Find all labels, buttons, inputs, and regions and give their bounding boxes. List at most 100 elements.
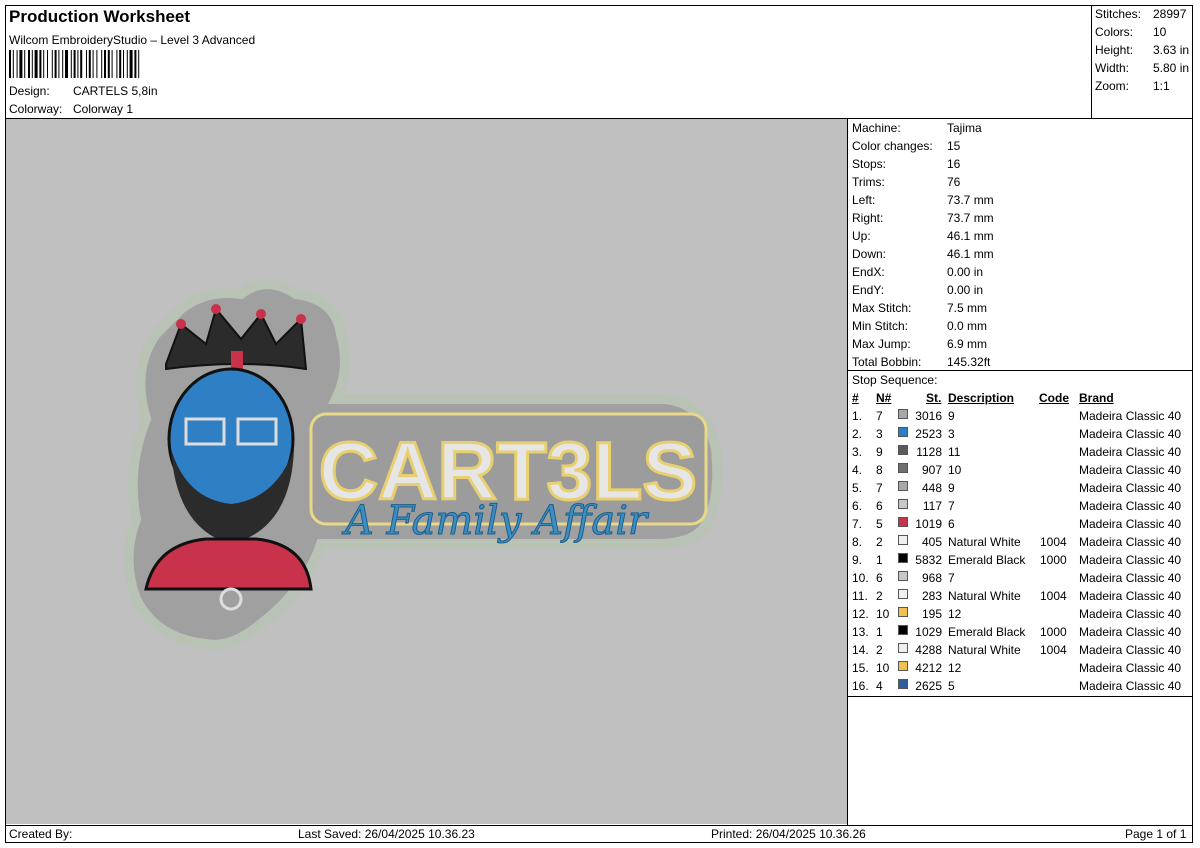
machine-info-value: 0.00 in — [947, 283, 984, 297]
stop-sequence-row: 13. 1 1029 Emerald Black 1000 Madeira Classic… — [852, 625, 1192, 643]
needle-number: 10 — [876, 661, 890, 675]
thread-brand: Madeira Classic 40 — [1079, 517, 1182, 531]
needle-number: 9 — [876, 445, 883, 459]
thread-color-swatch — [898, 427, 908, 437]
col-description: Description — [948, 391, 1015, 405]
thread-brand: Madeira Classic 40 — [1079, 625, 1182, 639]
thread-description: 6 — [948, 517, 955, 531]
thread-color-swatch — [898, 517, 908, 527]
needle-number: 3 — [876, 427, 883, 441]
stop-number: 15. — [852, 661, 869, 675]
machine-info-value: 15 — [947, 139, 961, 153]
needle-number: 2 — [876, 589, 883, 603]
thread-brand: Madeira Classic 40 — [1079, 607, 1182, 621]
stop-sequence-row: 1. 7 3016 9 Madeira Classic 40 — [852, 409, 1192, 427]
machine-info-label: Total Bobbin: — [852, 355, 922, 369]
thread-brand: Madeira Classic 40 — [1079, 427, 1182, 441]
stop-number: 7. — [852, 517, 863, 531]
machine-info-label: EndX: — [852, 265, 885, 279]
stitch-count: 4212 — [915, 661, 942, 675]
col-stitches: St. — [926, 391, 942, 405]
needle-number: 1 — [876, 553, 883, 567]
stop-number: 14. — [852, 643, 869, 657]
thread-description: 9 — [948, 481, 955, 495]
page-title: Production Worksheet — [9, 7, 191, 26]
stitch-count: 3016 — [915, 409, 942, 423]
machine-info-value: 145.32ft — [947, 355, 991, 369]
machine-info-label: Right: — [852, 211, 884, 225]
thread-color-swatch — [898, 679, 908, 689]
thread-description: Natural White — [948, 535, 1021, 549]
machine-info-value: 6.9 mm — [947, 337, 988, 351]
thread-code: 1000 — [1040, 553, 1067, 567]
thread-brand: Madeira Classic 40 — [1079, 499, 1182, 513]
thread-brand: Madeira Classic 40 — [1079, 409, 1182, 423]
stitch-count: 2625 — [915, 679, 942, 693]
thread-brand: Madeira Classic 40 — [1079, 553, 1182, 567]
needle-number: 7 — [876, 481, 883, 495]
thread-brand: Madeira Classic 40 — [1079, 445, 1182, 459]
stop-sequence-row: 4. 8 907 10 Madeira Classic 40 — [852, 463, 1192, 481]
stitch-count: 5832 — [915, 553, 942, 567]
stop-sequence-row: 12. 10 195 12 Madeira Classic 40 — [852, 607, 1192, 625]
stitch-count: 4288 — [915, 643, 942, 657]
printed-date: Printed: 26/04/2025 10.36.26 — [711, 827, 866, 841]
summary-label: Colors: — [1095, 25, 1134, 39]
thread-color-swatch — [898, 499, 908, 509]
stop-number: 16. — [852, 679, 869, 693]
stop-sequence-row: 3. 9 1128 11 Madeira Classic 40 — [852, 445, 1192, 463]
thread-color-swatch — [898, 625, 908, 635]
stop-number: 11. — [852, 589, 868, 603]
stop-number: 12. — [852, 607, 869, 621]
machine-info-label: Max Jump: — [852, 337, 911, 351]
needle-number: 10 — [876, 607, 890, 621]
needle-number: 6 — [876, 571, 883, 585]
stitch-count: 117 — [922, 499, 942, 513]
stitch-count: 283 — [921, 589, 942, 603]
machine-info-value: 7.5 mm — [947, 301, 988, 315]
machine-info-value: 0.00 in — [947, 265, 984, 279]
needle-number: 2 — [876, 643, 883, 657]
thread-color-swatch — [898, 409, 908, 419]
stitch-count: 405 — [921, 535, 942, 549]
thread-description: 12 — [948, 661, 962, 675]
machine-info-value: 73.7 mm — [947, 193, 994, 207]
footer-divider — [5, 825, 1193, 826]
stop-number: 5. — [852, 481, 863, 495]
thread-color-swatch — [898, 661, 908, 671]
stitch-count: 907 — [921, 463, 942, 477]
page-number: Page 1 of 1 — [1125, 827, 1187, 841]
thread-description: Emerald Black — [948, 553, 1026, 567]
stop-number: 6. — [852, 499, 863, 513]
thread-description: 12 — [948, 607, 962, 621]
stop-number: 13. — [852, 625, 869, 639]
stop-sequence-row: 5. 7 448 9 Madeira Classic 40 — [852, 481, 1192, 499]
col-code: Code — [1039, 391, 1069, 405]
thread-description: 7 — [948, 571, 955, 585]
machine-info-label: Down: — [852, 247, 887, 261]
machine-info-value: 16 — [947, 157, 961, 171]
stop-sequence-row: 2. 3 2523 3 Madeira Classic 40 — [852, 427, 1192, 445]
machine-info-label: Stops: — [852, 157, 887, 171]
thread-brand: Madeira Classic 40 — [1079, 571, 1182, 585]
stitch-count: 448 — [921, 481, 942, 495]
stop-number: 3. — [852, 445, 863, 459]
info-divider — [847, 370, 1193, 371]
needle-number: 2 — [876, 535, 883, 549]
summary-value: 28997 — [1153, 7, 1187, 21]
machine-info-label: Up: — [852, 229, 871, 243]
thread-color-swatch — [898, 607, 908, 617]
thread-color-swatch — [898, 571, 908, 581]
thread-brand: Madeira Classic 40 — [1079, 463, 1182, 477]
machine-info-label: Color changes: — [852, 139, 933, 153]
thread-color-swatch — [898, 643, 908, 653]
thread-description: Emerald Black — [948, 625, 1026, 639]
col-num: # — [852, 391, 859, 405]
thread-color-swatch — [898, 445, 908, 455]
thread-description: Natural White — [948, 589, 1021, 603]
thread-color-swatch — [898, 553, 908, 563]
design-value: CARTELS 5,8in — [73, 84, 158, 98]
colorway-value: Colorway 1 — [73, 102, 134, 116]
thread-code: 1000 — [1040, 625, 1067, 639]
needle-number: 5 — [876, 517, 883, 531]
